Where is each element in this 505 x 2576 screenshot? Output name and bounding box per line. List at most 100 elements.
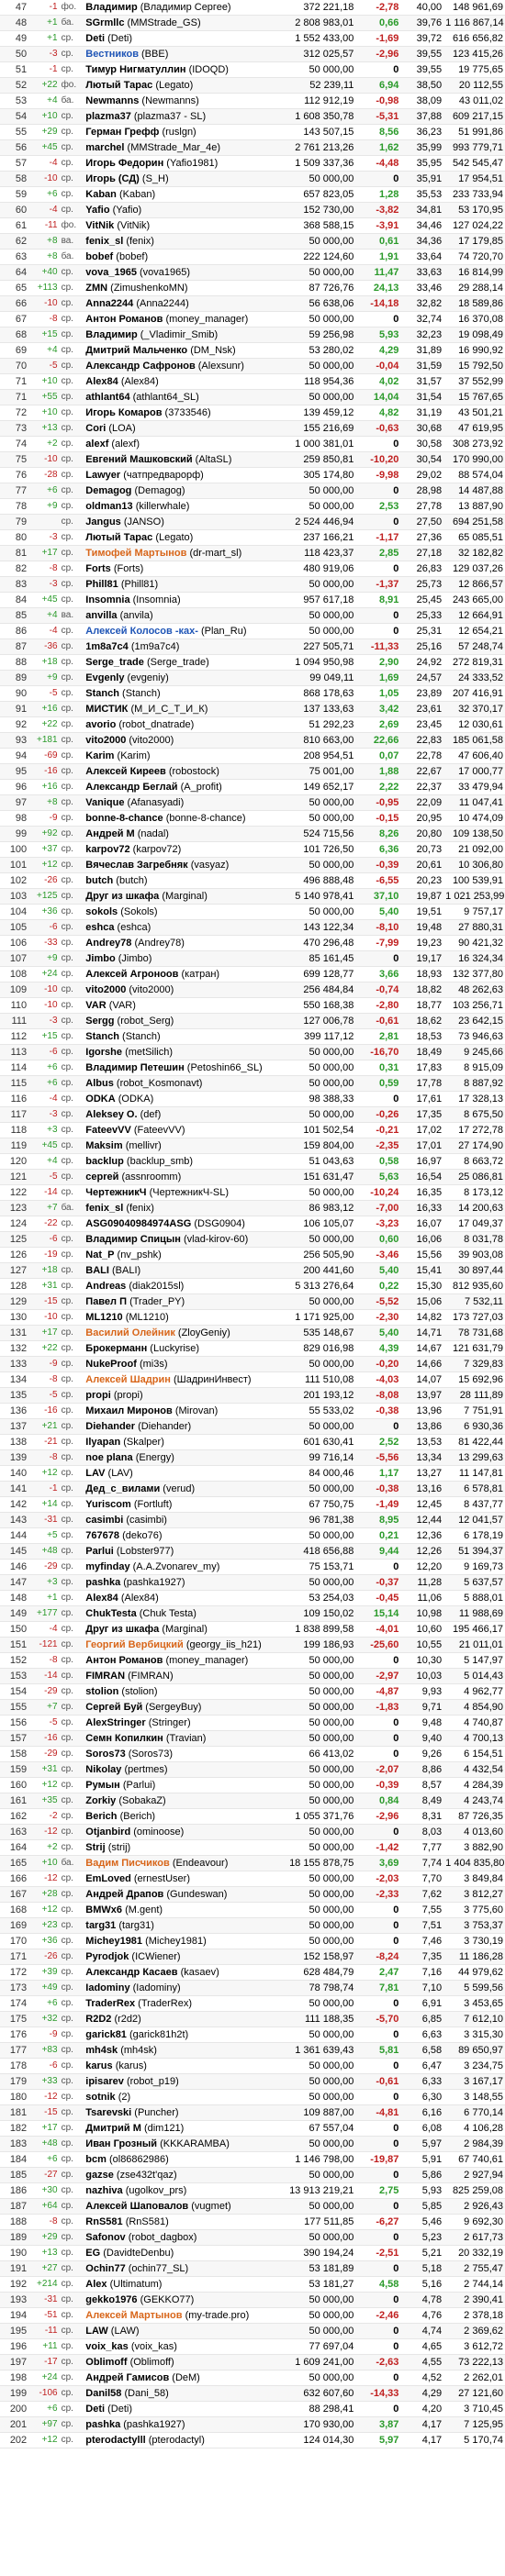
table-row[interactable]: 87 -36 ср. 1m8a7c4 (1m9a7c4) 227 505,71 -11,3… [0, 638, 505, 655]
participant-nick-link[interactable]: BMWx6 [85, 1904, 122, 1915]
table-row[interactable]: 156 -5 ср. AlexStringer (Stringer) 50 000,00… [0, 1715, 505, 1731]
table-row[interactable]: 115 +6 ср. Albus (robot_Kosmonavt) 50 000,00… [0, 1075, 505, 1092]
table-row[interactable]: 191 +27 ср. Ochin77 (ochin77_SL) 53 181,89 0 5… [0, 2260, 505, 2277]
participant-nick-link[interactable]: 767678 [85, 1530, 119, 1541]
table-row[interactable]: 100 +37 ср. karpov72 (karpov72) 101 726,50 6,… [0, 841, 505, 858]
participant-nick-link[interactable]: Дмитрий Мальченко [85, 345, 187, 356]
table-row[interactable]: 182 +17 ср. Дмитрий М (dim121) 67 557,04 0 6,0… [0, 2120, 505, 2137]
participant-nick-link[interactable]: Michey1981 [85, 1936, 142, 1947]
table-row[interactable]: 97 +8 ср. Vanique (Afanasyadi) 50 000,00 -0,9… [0, 794, 505, 811]
table-row[interactable]: 70 -5 ср. Александр Сафронов (Alexsunr) 50 0… [0, 358, 505, 374]
participant-nick-link[interactable]: Александр Беглай [85, 782, 177, 793]
participant-nick-link[interactable]: Лютый Тарас [85, 532, 152, 543]
participant-nick-link[interactable]: LAW [85, 2326, 107, 2337]
participant-nick-link[interactable]: karus [85, 2060, 112, 2071]
table-row[interactable]: 153 -14 ср. FIMRAN (FIMRAN) 50 000,00 -2,97 10… [0, 1668, 505, 1684]
table-row[interactable]: 177 +83 ср. mh4sk (mh4sk) 1 361 639,43 5,81 6,… [0, 2042, 505, 2059]
participant-nick-link[interactable]: backlup [85, 1156, 124, 1167]
participant-nick-link[interactable]: Deti [85, 33, 105, 44]
table-row[interactable]: 104 +36 ср. sokols (Sokols) 50 000,00 5,40 19,… [0, 904, 505, 920]
participant-nick-link[interactable]: butch [85, 875, 113, 886]
table-row[interactable]: 142 +14 ср. Yuriscom (Fortluft) 67 750,75 -1,… [0, 1496, 505, 1513]
table-row[interactable]: 183 +48 ср. Иван Грозный (KKKARAMBA) 50 000,… [0, 2136, 505, 2152]
participant-nick-link[interactable]: Александр Касаев [85, 1967, 177, 1978]
participant-nick-link[interactable]: voix_kas [85, 2341, 128, 2352]
participant-nick-link[interactable]: Tsarevski [85, 2107, 131, 2118]
participant-nick-link[interactable]: Владимир [85, 2, 137, 13]
table-row[interactable]: 47 -1 фо. Владимир (Владимир Сергее) 372 221… [0, 0, 505, 16]
table-row[interactable]: 136 -16 ср. Михаил Миронов (Mirovan) 55 533,… [0, 1403, 505, 1419]
participant-nick-link[interactable]: Albus [85, 1078, 114, 1089]
participant-nick-link[interactable]: Игорь Федорин [85, 158, 163, 169]
participant-nick-link[interactable]: Soros73 [85, 1749, 125, 1760]
participant-nick-link[interactable]: sokols [85, 906, 118, 917]
table-row[interactable]: 89 +9 ср. Evgenly (evgeniy) 99 049,11 1,69 24,… [0, 670, 505, 686]
participant-nick-link[interactable]: TraderRex [85, 1998, 135, 2009]
table-row[interactable]: 82 -8 ср. Forts (Forts) 480 919,06 0 26,83 129 … [0, 561, 505, 577]
table-row[interactable]: 52 +22 фо. Лютый Тарас (Legato) 52 239,11 6,9… [0, 77, 505, 94]
table-row[interactable]: 85 +4 ва. anvilla (anvila) 50 000,00 0 25,33 12… [0, 607, 505, 624]
participant-nick-link[interactable]: Demagog [85, 485, 131, 496]
table-row[interactable]: 193 -31 ср. gekko1976 (GEKKO77) 50 000,00 0 4,… [0, 2292, 505, 2308]
table-row[interactable]: 174 +6 ср. TraderRex (TraderRex) 50 000,00 0 6… [0, 1995, 505, 2012]
participant-nick-link[interactable]: ML1210 [85, 1312, 122, 1323]
participant-nick-link[interactable]: Владимир Петешин [85, 1062, 184, 1073]
participant-nick-link[interactable]: Георгий Вербицкий [85, 1639, 184, 1650]
table-row[interactable]: 185 -27 ср. gazse (zse432t'qaz) 50 000,00 0 5,… [0, 2167, 505, 2183]
table-row[interactable]: 159 +31 ср. Nikolay (pertmes) 50 000,00 -2,07… [0, 1761, 505, 1778]
table-row[interactable]: 172 +39 ср. Александр Касаев (kasaev) 628 48… [0, 1964, 505, 1981]
table-row[interactable]: 192 +214 ср. Alex (Ultimatum) 53 181,27 4,58 5… [0, 2276, 505, 2293]
table-row[interactable]: 79 ср. Jangus (JANSO) 2 524 446,94 0 27,50 694… [0, 514, 505, 530]
participant-nick-link[interactable]: Evgenly [85, 672, 124, 683]
participant-nick-link[interactable]: pashka [85, 1577, 120, 1588]
table-row[interactable]: 108 +24 ср. Алексей Агроноов (катран) 699 12… [0, 966, 505, 983]
participant-nick-link[interactable]: Сергей Буй [85, 1702, 142, 1713]
table-row[interactable]: 110 -10 ср. VAR (VAR) 550 168,38 -2,80 18,77 10… [0, 997, 505, 1014]
participant-nick-link[interactable]: Sergg [85, 1016, 114, 1027]
table-row[interactable]: 81 +17 ср. Тимофей Мартынов (dr-mart_sl) 118… [0, 545, 505, 561]
table-row[interactable]: 72 +10 ср. Игорь Комаров (3733546) 139 459,1… [0, 405, 505, 421]
table-row[interactable]: 187 +64 ср. Алексей Шаповалов (vugmet) 50 00… [0, 2198, 505, 2215]
participant-nick-link[interactable]: Брокерманн [85, 1343, 147, 1354]
participant-nick-link[interactable]: Игорь Комаров [85, 407, 162, 418]
participant-nick-link[interactable]: Maksim [85, 1140, 122, 1151]
participant-nick-link[interactable]: pterodactylll [85, 2435, 145, 2446]
participant-nick-link[interactable]: cepreй [85, 1171, 118, 1183]
participant-nick-link[interactable]: Ilyapan [85, 1437, 120, 1448]
participant-nick-link[interactable]: propi [85, 1390, 111, 1401]
participant-nick-link[interactable]: Лютый Тарас [85, 80, 152, 91]
participant-nick-link[interactable]: Тимур Нигматуллин [85, 64, 185, 75]
table-row[interactable]: 170 +36 ср. Michey1981 (Michey1981) 50 000,0… [0, 1933, 505, 1949]
table-row[interactable]: 119 +45 ср. Maksim (mellivr) 159 804,00 -2,35… [0, 1138, 505, 1154]
participant-nick-link[interactable]: VAR [85, 1000, 106, 1011]
participant-nick-link[interactable]: Иван Грозный [85, 2138, 157, 2149]
table-row[interactable]: 71 +55 ср. athlant64 (athlant64_SL) 50 000,0… [0, 389, 505, 405]
participant-nick-link[interactable]: ЧертежникЧ [85, 1187, 146, 1198]
participant-nick-link[interactable]: Друг из шкафа [85, 891, 159, 902]
table-row[interactable]: 91 +16 ср. МИСТИК (М_И_С_Т_И_К) 137 133,63 3,… [0, 701, 505, 717]
table-row[interactable]: 68 +15 ср. Владимир (_Vladimir_Smib) 59 256,… [0, 327, 505, 343]
table-row[interactable]: 64 +40 ср. vova_1965 (vova1965) 50 000,00 11,… [0, 264, 505, 281]
participant-nick-link[interactable]: athlant64 [85, 392, 129, 403]
table-row[interactable]: 109 -10 ср. vito2000 (vito2000) 256 484,84 -0… [0, 982, 505, 998]
participant-nick-link[interactable]: Alex84 [85, 376, 118, 387]
table-row[interactable]: 139 -8 ср. noe plana (Energy) 99 716,14 -5,56… [0, 1449, 505, 1466]
table-row[interactable]: 107 +9 ср. Jimbo (Jimbo) 85 161,45 0 19,17 16 3… [0, 950, 505, 967]
table-row[interactable]: 96 +16 ср. Александр Беглай (A_profit) 149 6… [0, 779, 505, 795]
table-row[interactable]: 196 +11 ср. voix_kas (voix_kas) 77 697,04 0 4,… [0, 2338, 505, 2355]
participant-nick-link[interactable]: Василий Олейник [85, 1327, 175, 1338]
participant-nick-link[interactable]: fenix_sl [85, 1203, 123, 1214]
participant-nick-link[interactable]: Otjanbird [85, 1827, 130, 1838]
participant-nick-link[interactable]: anvilla [85, 610, 117, 621]
table-row[interactable]: 67 -8 ср. Антон Романов (money_manager) 50 0… [0, 311, 505, 328]
participant-nick-link[interactable]: alexf [85, 439, 108, 450]
table-row[interactable]: 144 +5 ср. 767678 (deko76) 50 000,00 0,21 12,3… [0, 1527, 505, 1544]
table-row[interactable]: 169 +23 ср. targ31 (targ31) 50 000,00 0 7,51 3 … [0, 1917, 505, 1934]
participant-nick-link[interactable]: AlexStringer [85, 1717, 145, 1728]
participant-nick-link[interactable]: Oblimoff [85, 2357, 127, 2368]
table-row[interactable]: 143 -31 ср. casimbi (casimbi) 96 781,38 8,95 1… [0, 1512, 505, 1528]
participant-nick-link[interactable]: Дмитрий М [85, 2123, 141, 2134]
participant-nick-link[interactable]: garick81 [85, 2029, 127, 2040]
table-row[interactable]: 189 +29 ср. Safonov (robot_dagbox) 50 000,00… [0, 2229, 505, 2246]
table-row[interactable]: 49 +1 ср. Deti (Deti) 1 552 433,00 -1,69 39,72… [0, 30, 505, 47]
